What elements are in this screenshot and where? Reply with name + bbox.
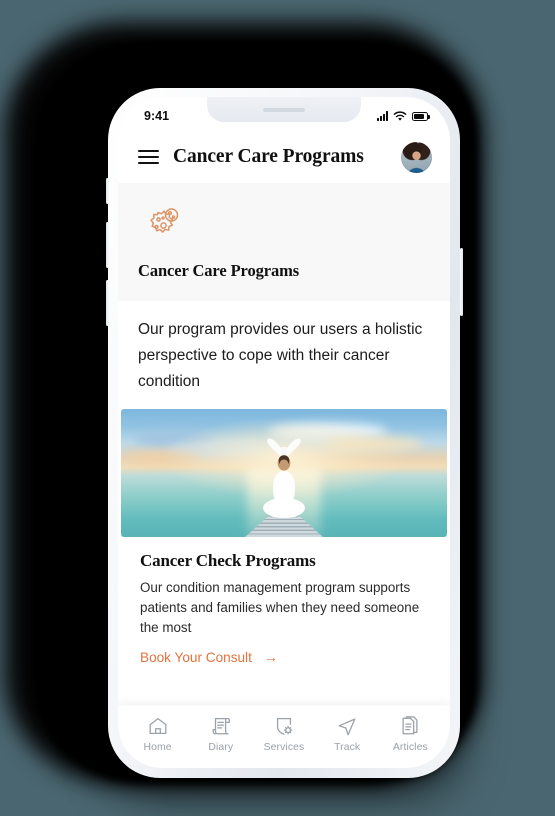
card-description: Our condition management program support… <box>140 580 420 635</box>
power-button[interactable] <box>459 248 463 316</box>
nav-item-home[interactable]: Home <box>127 715 189 753</box>
nav-item-services[interactable]: Services <box>253 715 315 753</box>
nav-label-diary: Diary <box>208 742 234 753</box>
book-consult-label: Book Your Consult <box>140 649 252 665</box>
phone-device-frame: 9:41 Cancer Care Programs Cancer Care Pr… <box>105 88 463 778</box>
volume-down-button[interactable] <box>105 280 109 326</box>
status-bar: 9:41 <box>118 97 450 131</box>
app-header: Cancer Care Programs <box>118 131 450 183</box>
arrow-right-icon: → <box>263 649 278 666</box>
card-body: Cancer Check Programs Our condition mana… <box>120 537 448 664</box>
stacked-documents-icon <box>402 716 418 735</box>
nav-label-track: Track <box>334 742 361 753</box>
nav-item-track[interactable]: Track <box>316 715 378 753</box>
phone-screen: 9:41 Cancer Care Programs Cancer Care Pr… <box>118 97 450 768</box>
program-description: Our program provides our users a holisti… <box>118 301 450 410</box>
card-title: Cancer Check Programs <box>140 551 316 571</box>
shield-gear-icon <box>276 718 293 735</box>
nav-item-articles[interactable]: Articles <box>379 715 441 753</box>
program-card[interactable]: Cancer Check Programs Our condition mana… <box>120 409 448 669</box>
cancer-cell-icon <box>150 208 179 233</box>
cellular-signal-icon <box>376 111 388 121</box>
nav-label-home: Home <box>143 742 172 753</box>
nav-label-services: Services <box>263 742 305 753</box>
status-bar-icons <box>376 111 430 122</box>
battery-icon <box>412 111 430 121</box>
silent-switch-button[interactable] <box>105 178 109 204</box>
book-consult-link[interactable]: Book Your Consult → <box>140 650 428 665</box>
paper-plane-icon <box>338 718 356 736</box>
intro-section: Cancer Care Programs <box>118 183 450 301</box>
status-bar-time: 9:41 <box>144 109 170 123</box>
volume-up-button[interactable] <box>105 222 109 268</box>
home-icon <box>149 718 167 734</box>
nav-item-diary[interactable]: Diary <box>190 715 252 753</box>
bottom-navigation-bar: Home Diary Services Track Articles <box>118 705 450 768</box>
wifi-icon <box>393 111 407 121</box>
meditating-person-silhouette <box>263 438 305 519</box>
avatar[interactable] <box>401 141 432 173</box>
nav-label-articles: Articles <box>392 742 428 753</box>
hero-image-meditation <box>121 409 447 538</box>
scroll-content: Cancer Care Programs Our program provide… <box>118 183 450 705</box>
hamburger-menu-icon[interactable] <box>138 149 159 165</box>
page-title: Cancer Care Programs <box>173 146 364 167</box>
scroll-document-icon <box>212 718 230 735</box>
intro-title: Cancer Care Programs <box>138 261 300 280</box>
